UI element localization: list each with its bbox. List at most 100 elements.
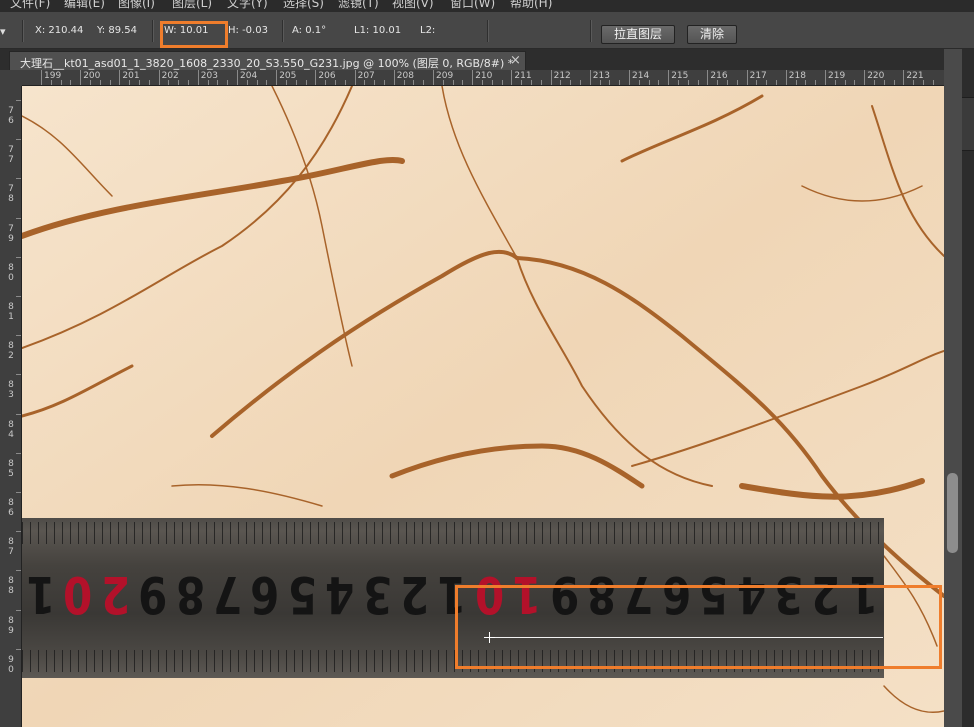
document-tab[interactable]: 大理石__kt01_asd01_1_3820_1608_2330_20_S3.5… bbox=[9, 51, 526, 71]
ruler-digit: 5 bbox=[287, 565, 318, 624]
ruler-minor-tick bbox=[844, 80, 846, 85]
ruler-minor-tick bbox=[854, 80, 856, 85]
ruler-label: 215 bbox=[671, 71, 689, 81]
ruler-tick bbox=[511, 70, 513, 85]
ruler-minor-tick bbox=[217, 80, 219, 85]
ruler-minor-tick bbox=[874, 80, 875, 85]
ruler-minor-tick bbox=[923, 80, 924, 85]
ruler-minor-tick bbox=[570, 80, 572, 85]
ruler-minor-tick bbox=[717, 80, 719, 85]
close-tab-icon[interactable]: × bbox=[510, 53, 521, 68]
ruler-tick bbox=[119, 70, 121, 85]
ruler-minor-tick bbox=[491, 80, 493, 85]
ruler-tick bbox=[393, 70, 395, 85]
menu-item[interactable]: 文字(Y) bbox=[227, 0, 268, 11]
menu-item[interactable]: 选择(S) bbox=[283, 0, 324, 11]
panel-collapse-strip[interactable] bbox=[962, 97, 974, 151]
ruler-digit: 2 bbox=[400, 565, 430, 624]
tool-preset-dropdown[interactable]: ▾ bbox=[0, 25, 6, 38]
menu-item[interactable]: 视图(V) bbox=[392, 0, 434, 11]
ruler-minor-tick bbox=[364, 80, 366, 85]
l2-readout: L2: bbox=[420, 25, 436, 36]
menu-item[interactable]: 帮助(H) bbox=[510, 0, 552, 11]
ruler-minor-tick bbox=[580, 80, 581, 85]
ruler-tick bbox=[433, 70, 434, 85]
ruler-label: 8 2 bbox=[8, 341, 14, 362]
vertical-ruler[interactable]: 7 6 7 7 7 8 7 9 8 0 8 1 8 2 8 3 8 4 8 5 8 6 8 7 8 8 8… bbox=[0, 86, 22, 727]
ruler-minor-tick bbox=[658, 80, 660, 85]
ruler-minor-tick bbox=[148, 80, 150, 85]
ruler-label: 205 bbox=[279, 71, 297, 81]
ruler-label: 7 9 bbox=[8, 223, 14, 244]
ruler-minor-tick bbox=[325, 80, 327, 85]
ruler-digit: 3 bbox=[362, 565, 392, 624]
ruler-label: 8 0 bbox=[8, 262, 14, 283]
w-readout-highlight bbox=[160, 21, 228, 48]
ruler-minor-tick bbox=[805, 80, 807, 85]
ruler-tick bbox=[237, 70, 238, 85]
ruler-minor-tick bbox=[207, 80, 209, 85]
ruler-minor-tick bbox=[256, 80, 258, 85]
ruler-minor-tick bbox=[815, 80, 817, 85]
ruler-tick bbox=[864, 70, 866, 85]
ruler-minor-tick bbox=[335, 80, 336, 85]
ruler-minor-tick bbox=[521, 80, 523, 85]
ruler-tick bbox=[785, 70, 787, 85]
ruler-minor-tick bbox=[423, 80, 425, 85]
ruler-minor-tick bbox=[305, 80, 307, 85]
ruler-minor-tick bbox=[344, 80, 346, 85]
scrollbar-thumb[interactable] bbox=[947, 473, 958, 553]
ruler-minor-tick bbox=[403, 80, 405, 85]
ruler-tick bbox=[589, 70, 591, 85]
ruler-label: 8 4 bbox=[8, 419, 14, 440]
divider bbox=[487, 20, 489, 42]
panel-dock-edge bbox=[962, 49, 974, 727]
document-tab-bar: 大理石__kt01_asd01_1_3820_1608_2330_20_S3.5… bbox=[0, 49, 944, 71]
ruler-minor-tick bbox=[482, 80, 483, 85]
horizontal-ruler[interactable]: 199 200 201 202 203 204 205 206 207 208 209 210 211 2… bbox=[22, 70, 944, 86]
ruler-minor-tick bbox=[286, 80, 287, 85]
ruler-origin[interactable] bbox=[0, 70, 23, 86]
menu-item[interactable]: 图像(I) bbox=[118, 0, 155, 11]
menu-item[interactable]: 编辑(E) bbox=[64, 0, 105, 11]
document-title: 大理石__kt01_asd01_1_3820_1608_2330_20_S3.5… bbox=[20, 57, 514, 70]
ruler-minor-tick bbox=[60, 80, 62, 85]
ruler-digit: 4 bbox=[325, 565, 355, 624]
ruler-label: 211 bbox=[514, 71, 532, 81]
ruler-minor-tick bbox=[756, 80, 758, 85]
menu-item[interactable]: 文件(F) bbox=[10, 0, 50, 11]
ruler-label: 218 bbox=[788, 71, 806, 81]
ruler-label: 8 6 bbox=[8, 498, 14, 518]
straighten-layer-button[interactable]: 拉直图层 bbox=[601, 25, 675, 44]
options-bar: ▾ X: 210.44 Y: 89.54 W: 10.01 H: -0.03 A… bbox=[0, 12, 974, 49]
clear-button[interactable]: 清除 bbox=[687, 25, 737, 44]
ruler-digit: 9 bbox=[138, 565, 168, 624]
ruler-label: 217 bbox=[749, 71, 767, 81]
menu-item[interactable]: 滤镜(T) bbox=[338, 0, 379, 11]
ruler-tick bbox=[315, 70, 317, 85]
ruler-tick bbox=[80, 70, 82, 85]
menu-bar: 文件(F) 编辑(E) 图像(I) 图层(L) 文字(Y) 选择(S) 滤镜(T) 视图(V)… bbox=[0, 0, 974, 12]
ruler-minor-tick bbox=[413, 80, 415, 85]
ruler-minor-tick bbox=[139, 80, 140, 85]
ruler-minor-tick bbox=[913, 80, 915, 85]
ruler-label: 9 0 bbox=[8, 654, 14, 675]
ruler-minor-tick bbox=[678, 80, 679, 85]
ruler-minor-tick bbox=[697, 80, 699, 85]
ruler-label: 206 bbox=[318, 71, 336, 81]
ruler-minor-tick bbox=[736, 80, 738, 85]
ruler-label: 201 bbox=[122, 71, 140, 81]
ruler-minor-tick bbox=[883, 80, 885, 85]
menu-item[interactable]: 窗口(W) bbox=[450, 0, 495, 11]
ruler-minor-tick bbox=[648, 80, 650, 85]
ruler-tick bbox=[158, 70, 160, 85]
ruler-label: 8 1 bbox=[8, 302, 14, 322]
ruler-minor-tick bbox=[727, 80, 728, 85]
menu-item[interactable]: 图层(L) bbox=[172, 0, 212, 11]
ruler-minor-tick bbox=[932, 80, 934, 85]
ruler-label: 8 8 bbox=[8, 576, 14, 597]
vertical-scrollbar[interactable] bbox=[944, 49, 962, 727]
ruler-tick bbox=[472, 70, 474, 85]
ruler-minor-tick bbox=[776, 80, 777, 85]
ruler-minor-tick bbox=[50, 80, 52, 85]
